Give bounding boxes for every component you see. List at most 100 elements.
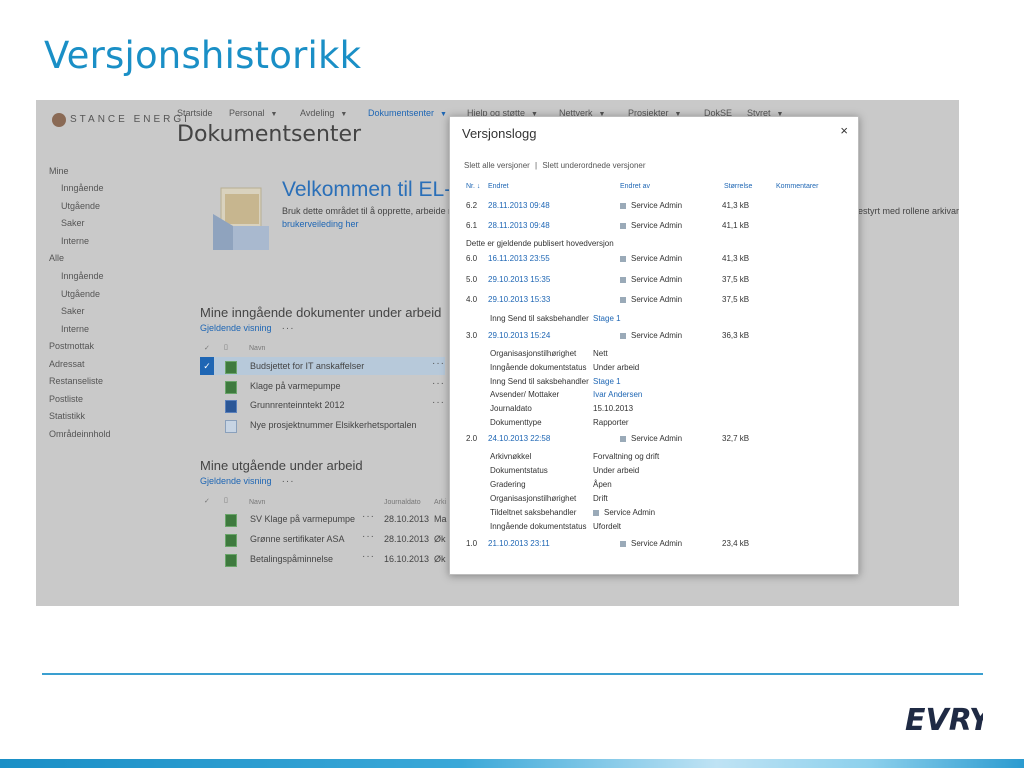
leftnav-mine-utgaende[interactable]: Utgående [61,201,100,211]
list-item[interactable]: Grønne sertifikater ASA ··· 28.10.2013 Ø… [200,530,450,548]
word-file-icon [225,400,237,413]
version-author: Service Admin [620,275,682,284]
footer-divider [42,673,983,675]
nr-column-header[interactable]: Nr. ↓ [466,183,480,190]
more-options-icon[interactable]: ··· [432,358,445,369]
more-options-icon[interactable]: ··· [432,397,445,408]
archive-value: Øk [434,554,446,564]
version-date-link[interactable]: 29.10.2013 15:33 [488,295,550,304]
topnav-startside[interactable]: Startside [177,108,213,118]
archive-column-header[interactable]: Arki [434,499,446,506]
leftnav-mine-saker[interactable]: Saker [61,218,85,228]
incoming-view-selector[interactable]: Gjeldende visning ··· [200,323,295,334]
list-item[interactable]: Betalingspåminnelse ··· 16.10.2013 Øk [200,550,450,568]
incoming-section-title: Mine inngående dokumenter under arbeid [200,305,442,320]
more-options-icon[interactable]: ··· [362,511,375,522]
version-author: Service Admin [620,295,682,304]
document-name[interactable]: Grunnrenteinntekt 2012 [250,400,345,410]
evry-logo: EVRY [905,703,983,738]
list-item[interactable]: ✓ Budsjettet for IT anskaffelser ··· [200,357,445,375]
version-number: 6.0 [466,254,478,263]
leftnav-alle[interactable]: Alle [49,253,64,263]
version-date-link[interactable]: 29.10.2013 15:24 [488,331,550,340]
list-item[interactable]: Grunnrenteinntekt 2012 ··· [200,396,445,414]
leftnav-mine[interactable]: Mine [49,166,69,176]
leftnav-adressat[interactable]: Adressat [49,359,85,369]
document-name[interactable]: SV Klage på varmepumpe [250,514,355,524]
welcome-title: Velkommen til EL-ar [282,178,470,201]
version-date-link[interactable]: 24.10.2013 22:58 [488,434,550,443]
document-name[interactable]: Nye prosjektnummer Elsikkerhetsportalen [250,420,417,430]
topnav-avdeling[interactable]: Avdeling ▼ [300,108,347,118]
name-column-header[interactable]: Navn [249,499,265,506]
version-size: 37,5 kB [722,275,750,284]
topnav-personal[interactable]: Personal ▼ [229,108,277,118]
name-column-header[interactable]: Navn [249,345,265,352]
document-name[interactable]: Grønne sertifikater ASA [250,534,345,544]
version-date-link[interactable]: 16.11.2013 23:55 [488,254,550,263]
chevron-down-icon: ▼ [440,111,447,118]
list-item[interactable]: Nye prosjektnummer Elsikkerhetsportalen [200,416,445,434]
version-date-link[interactable]: 28.11.2013 09:48 [488,221,550,230]
more-options-icon[interactable]: ··· [362,551,375,562]
document-name[interactable]: Klage på varmepumpe [250,381,341,391]
outgoing-section-title: Mine utgående under arbeid [200,458,363,473]
delete-all-versions-link[interactable]: Slett alle versjoner [464,161,530,170]
leftnav-restanseliste[interactable]: Restanseliste [49,376,103,386]
version-author: Service Admin [620,539,682,548]
current-version-note: Dette er gjeldende publisert hovedversjo… [466,239,614,248]
archive-value: Øk [434,534,446,544]
leftnav-statistikk[interactable]: Statistikk [49,411,85,421]
leftnav-alle-utgaende[interactable]: Utgående [61,289,100,299]
leftnav-alle-inngaende[interactable]: Inngående [61,271,104,281]
version-number: 2.0 [466,434,478,443]
more-options-icon[interactable]: ··· [282,476,295,487]
leftnav-postliste[interactable]: Postliste [49,394,83,404]
more-options-icon[interactable]: ··· [282,323,295,334]
leftnav-mine-inngaende[interactable]: Inngående [61,183,104,193]
more-options-icon[interactable]: ··· [432,378,445,389]
excel-file-icon [225,381,237,394]
version-number: 5.0 [466,275,478,284]
topnav-dokumentsenter[interactable]: Dokumentsenter ▼ [368,108,447,118]
version-size: 41,3 kB [722,201,750,210]
leftnav-alle-saker[interactable]: Saker [61,306,85,316]
version-author: Service Admin [620,254,682,263]
version-date-link[interactable]: 29.10.2013 15:35 [488,275,550,284]
document-name[interactable]: Budsjettet for IT anskaffelser [250,361,364,371]
list-item[interactable]: Klage på varmepumpe ··· [200,377,445,395]
document-name[interactable]: Betalingspåminnelse [250,554,333,564]
version-size: 37,5 kB [722,295,750,304]
check-header-icon[interactable]: ✓ [204,497,210,505]
user-guide-link[interactable]: brukerveileding her [282,219,359,229]
version-number: 6.1 [466,221,478,230]
list-item[interactable]: SV Klage på varmepumpe ··· 28.10.2013 Ma [200,510,450,528]
dialog-actions: Slett alle versjoner | Slett underordned… [464,161,646,170]
version-size: 41,1 kB [722,221,750,230]
version-size: 32,7 kB [722,434,750,443]
leftnav-alle-interne[interactable]: Interne [61,324,89,334]
journal-date-column-header[interactable]: Journaldato [384,499,421,506]
more-options-icon[interactable]: ··· [362,531,375,542]
version-date-link[interactable]: 21.10.2013 23:11 [488,539,550,548]
size-column-header[interactable]: Størrelse [724,183,752,190]
email-file-icon [225,420,237,433]
version-author: Service Admin [620,331,682,340]
version-date-link[interactable]: 28.11.2013 09:48 [488,201,550,210]
dialog-title: Versjonslogg [462,126,537,141]
row-checkbox[interactable]: ✓ [200,357,214,375]
excel-file-icon [225,534,237,547]
modified-column-header[interactable]: Endret [488,183,509,190]
outgoing-view-selector[interactable]: Gjeldende visning ··· [200,476,295,487]
check-header-icon[interactable]: ✓ [204,344,210,352]
leftnav-postmottak[interactable]: Postmottak [49,341,94,351]
excel-file-icon [225,554,237,567]
slide-title: Versjonshistorikk [44,34,362,77]
leftnav-mine-interne[interactable]: Interne [61,236,89,246]
comments-column-header[interactable]: Kommentarer [776,183,818,190]
version-size: 23,4 kB [722,539,750,548]
modified-by-column-header[interactable]: Endret av [620,183,650,190]
leftnav-omradeinnhold[interactable]: Områdeinnhold [49,429,111,439]
close-icon[interactable]: × [840,123,848,138]
delete-minor-versions-link[interactable]: Slett underordnede versjoner [542,161,645,170]
